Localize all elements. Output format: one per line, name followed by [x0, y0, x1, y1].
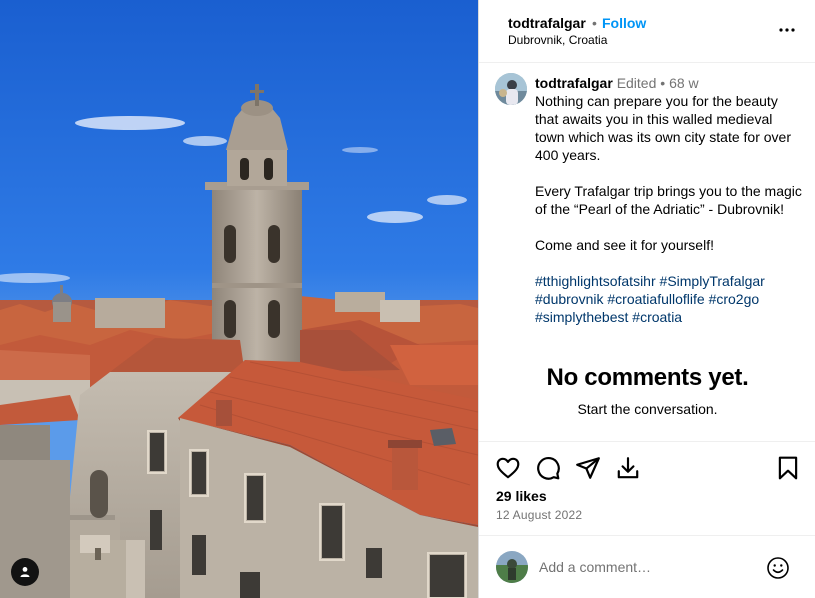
hashtag-link[interactable]: #simplythebest	[535, 309, 628, 325]
current-user-avatar-image	[496, 551, 528, 583]
post-photo[interactable]	[0, 0, 478, 598]
hashtag-link[interactable]: #croatia	[632, 309, 682, 325]
edited-label: Edited	[616, 75, 657, 91]
start-conversation-text: Start the conversation.	[577, 401, 718, 417]
current-user-avatar	[496, 551, 528, 583]
hashtag-link[interactable]: #SimplyTrafalgar	[660, 273, 765, 289]
post-details-panel: todtrafalgar • Follow Dubrovnik, Croatia…	[478, 0, 815, 598]
caption-paragraph: Every Trafalgar trip brings you to the m…	[535, 183, 802, 217]
heart-icon[interactable]	[495, 455, 521, 481]
post-age: 68 w	[669, 75, 699, 91]
header-separator: •	[592, 15, 597, 31]
post-date: 12 August 2022	[496, 508, 583, 522]
caption-paragraph: Come and see it for yourself!	[535, 237, 714, 253]
photo-image	[0, 0, 478, 598]
avatar-image	[495, 73, 527, 105]
add-comment-input[interactable]	[539, 556, 759, 578]
avatar[interactable]	[495, 73, 527, 105]
caption-separator: •	[660, 75, 666, 91]
follow-button[interactable]: Follow	[602, 15, 646, 31]
hashtag-link[interactable]: #cro2go	[709, 291, 760, 307]
hashtag-link[interactable]: #croatiafulloflife	[607, 291, 704, 307]
post-author-username[interactable]: todtrafalgar	[508, 15, 586, 31]
user-tag-icon	[20, 567, 30, 577]
caption-author-username[interactable]: todtrafalgar	[535, 75, 613, 91]
post-header: todtrafalgar • Follow Dubrovnik, Croatia	[479, 0, 815, 63]
caption-text: Nothing can prepare you for the beauty t…	[535, 92, 805, 326]
smiley-icon[interactable]	[766, 556, 790, 580]
more-horizontal-icon[interactable]	[777, 20, 797, 40]
download-icon[interactable]	[615, 455, 641, 481]
bookmark-icon[interactable]	[775, 455, 801, 481]
comment-icon[interactable]	[535, 455, 561, 481]
hashtags: #tthighlightsofatsihr #SimplyTrafalgar #…	[535, 272, 805, 326]
post-location[interactable]: Dubrovnik, Croatia	[508, 33, 607, 47]
caption-paragraph: Nothing can prepare you for the beauty t…	[535, 93, 791, 163]
hashtag-link[interactable]: #tthighlightsofatsihr	[535, 273, 656, 289]
user-tag-button[interactable]	[11, 558, 39, 586]
divider	[479, 535, 815, 536]
no-comments-title: No comments yet.	[546, 364, 749, 391]
hashtag-link[interactable]: #dubrovnik	[535, 291, 604, 307]
likes-count[interactable]: 29 likes	[496, 488, 547, 504]
share-icon[interactable]	[575, 455, 601, 481]
divider	[479, 441, 815, 442]
